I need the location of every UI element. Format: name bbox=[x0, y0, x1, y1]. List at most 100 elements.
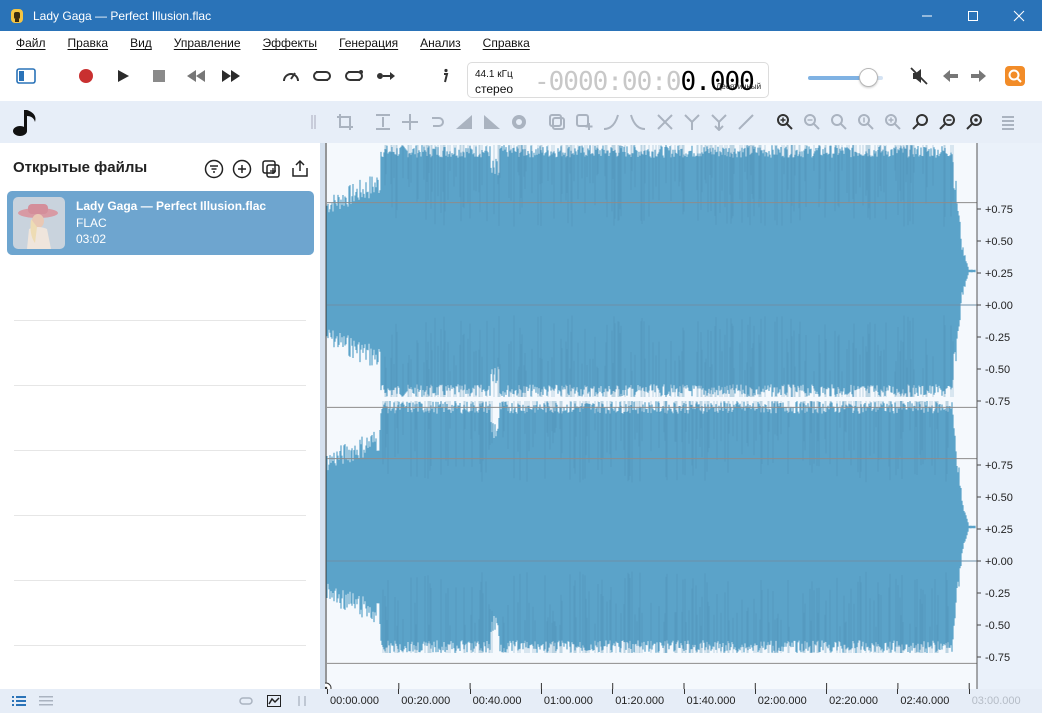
undo-arrow-icon[interactable] bbox=[939, 64, 963, 88]
menu-edit[interactable]: Правка bbox=[60, 36, 117, 50]
stop-icon[interactable] bbox=[147, 64, 171, 88]
crop-icon[interactable] bbox=[333, 110, 357, 134]
trim-icon[interactable] bbox=[371, 110, 395, 134]
zoom-in-icon[interactable] bbox=[773, 110, 797, 134]
zoom-selection-icon[interactable] bbox=[827, 110, 851, 134]
crossfade-icon[interactable] bbox=[653, 110, 677, 134]
time-ruler-label: 03:00.000 bbox=[971, 695, 1021, 707]
search-icon[interactable] bbox=[1003, 64, 1027, 88]
loop-icon[interactable] bbox=[310, 64, 334, 88]
time-ruler-tick bbox=[826, 689, 828, 694]
vertical-zoom-reset-icon[interactable] bbox=[962, 110, 986, 134]
normalize-icon[interactable] bbox=[507, 110, 531, 134]
time-ruler-label: 02:20.000 bbox=[829, 695, 879, 707]
amplitude-label: +0.00 bbox=[985, 556, 1013, 568]
time-ruler-label: 02:40.000 bbox=[900, 695, 950, 707]
follow-playhead-icon[interactable] bbox=[374, 64, 398, 88]
curve-up-icon[interactable] bbox=[599, 110, 623, 134]
amplitude-label: -0.75 bbox=[985, 652, 1010, 664]
time-format[interactable]: Десятичный bbox=[716, 82, 761, 91]
time-ruler-label: 00:00.000 bbox=[330, 695, 379, 707]
volume-slider-knob[interactable] bbox=[859, 68, 878, 87]
speed-gauge-icon[interactable] bbox=[279, 64, 303, 88]
time-ruler[interactable]: 00:00.000 00:20.000 00:40.000 01:00.000 01:2… bbox=[325, 689, 1042, 713]
amplitude-label: -0.50 bbox=[985, 620, 1010, 632]
link-icon[interactable] bbox=[234, 689, 258, 713]
add-file-icon[interactable] bbox=[230, 157, 254, 181]
amplitude-label: +0.25 bbox=[985, 524, 1013, 536]
redo-arrow-icon[interactable] bbox=[966, 64, 990, 88]
list-view-icon[interactable] bbox=[7, 689, 31, 713]
empty-slot-divider bbox=[14, 580, 306, 581]
undo-icon[interactable] bbox=[425, 110, 449, 134]
close-button[interactable] bbox=[996, 0, 1042, 31]
rewind-icon[interactable] bbox=[184, 64, 208, 88]
music-note-icon[interactable] bbox=[10, 107, 40, 137]
time-ruler-tick bbox=[540, 689, 542, 694]
amplitude-label: +0.50 bbox=[985, 236, 1013, 248]
spectrum-view-icon[interactable] bbox=[262, 689, 286, 713]
amplitude-label: -0.25 bbox=[985, 588, 1010, 600]
file-card[interactable]: Lady Gaga — Perfect Illusion.flac FLAC 0… bbox=[7, 191, 314, 255]
sidebar-header bbox=[0, 101, 320, 143]
split-icon[interactable] bbox=[680, 110, 704, 134]
share-icon[interactable] bbox=[288, 157, 312, 181]
menu-file[interactable]: Файл bbox=[8, 36, 54, 50]
amplitude-label: -0.50 bbox=[985, 364, 1010, 376]
zoom-fit-icon[interactable] bbox=[854, 110, 878, 134]
waveform-channel-left bbox=[326, 145, 976, 397]
amplitude-label: +0.75 bbox=[985, 204, 1013, 216]
time-ruler-tick bbox=[398, 689, 400, 694]
window-title: Lady Gaga — Perfect Illusion.flac bbox=[33, 8, 212, 23]
empty-slot-divider bbox=[14, 385, 306, 386]
minimize-button[interactable] bbox=[904, 0, 950, 31]
filter-icon[interactable] bbox=[202, 157, 226, 181]
amplitude-label: +0.75 bbox=[985, 460, 1013, 472]
menu-view[interactable]: Вид bbox=[122, 36, 160, 50]
empty-slot-divider bbox=[14, 320, 306, 321]
open-files-title: Открытые файлы bbox=[13, 159, 148, 176]
play-icon[interactable] bbox=[111, 64, 135, 88]
time-ruler-tick bbox=[469, 689, 471, 694]
zoom-full-icon[interactable] bbox=[881, 110, 905, 134]
time-ruler-label: 00:40.000 bbox=[472, 695, 522, 707]
fade-out-icon[interactable] bbox=[480, 110, 504, 134]
menu-generate[interactable]: Генерация bbox=[331, 36, 406, 50]
waveform-canvas[interactable]: +0.75 +0.50 +0.25 +0.00 -0.25 -0.50 -0.75 +0.75… bbox=[320, 143, 1042, 694]
menu-analyze[interactable]: Анализ bbox=[412, 36, 469, 50]
grip-handle-icon[interactable] bbox=[302, 110, 326, 134]
zoom-out-icon[interactable] bbox=[800, 110, 824, 134]
menu-control[interactable]: Управление bbox=[166, 36, 249, 50]
time-ruler-tick bbox=[327, 689, 328, 694]
maximize-button[interactable] bbox=[950, 0, 996, 31]
compact-view-icon[interactable] bbox=[34, 689, 58, 713]
fast-forward-icon[interactable] bbox=[219, 64, 243, 88]
vertical-zoom-out-icon[interactable] bbox=[935, 110, 959, 134]
sidebar-toggle-icon[interactable] bbox=[14, 64, 38, 88]
copy-icon[interactable] bbox=[545, 110, 569, 134]
edit-toolbar bbox=[311, 101, 1042, 143]
swap-channels-icon[interactable] bbox=[290, 689, 314, 713]
channels-icon[interactable] bbox=[995, 110, 1019, 134]
merge-icon[interactable] bbox=[707, 110, 731, 134]
menu-effects[interactable]: Эффекты bbox=[255, 36, 326, 50]
move-icon[interactable] bbox=[398, 110, 422, 134]
info-icon[interactable] bbox=[433, 64, 457, 88]
file-name: Lady Gaga — Perfect Illusion.flac bbox=[76, 199, 267, 213]
empty-slot-divider bbox=[14, 645, 306, 646]
amplitude-label: +0.00 bbox=[985, 300, 1013, 312]
waveform-editor[interactable]: +0.75 +0.50 +0.25 +0.00 -0.25 -0.50 -0.75 +0.75… bbox=[320, 143, 1042, 694]
main-toolbar: 44.1 кГц стерео -0000:00:00.000 Десятичн… bbox=[0, 55, 1042, 101]
line-icon[interactable] bbox=[734, 110, 758, 134]
curve-down-icon[interactable] bbox=[626, 110, 650, 134]
open-files-panel: Открытые файлы Lady Gaga — Perfect Illus… bbox=[0, 143, 320, 689]
duplicate-icon[interactable] bbox=[259, 157, 283, 181]
empty-slot-divider bbox=[14, 450, 306, 451]
paste-new-icon[interactable] bbox=[572, 110, 596, 134]
loop-selection-icon[interactable] bbox=[342, 64, 366, 88]
fade-in-icon[interactable] bbox=[452, 110, 476, 134]
vertical-zoom-in-icon[interactable] bbox=[908, 110, 932, 134]
menu-help[interactable]: Справка bbox=[475, 36, 538, 50]
record-icon[interactable] bbox=[74, 64, 98, 88]
mute-icon[interactable] bbox=[907, 64, 931, 88]
